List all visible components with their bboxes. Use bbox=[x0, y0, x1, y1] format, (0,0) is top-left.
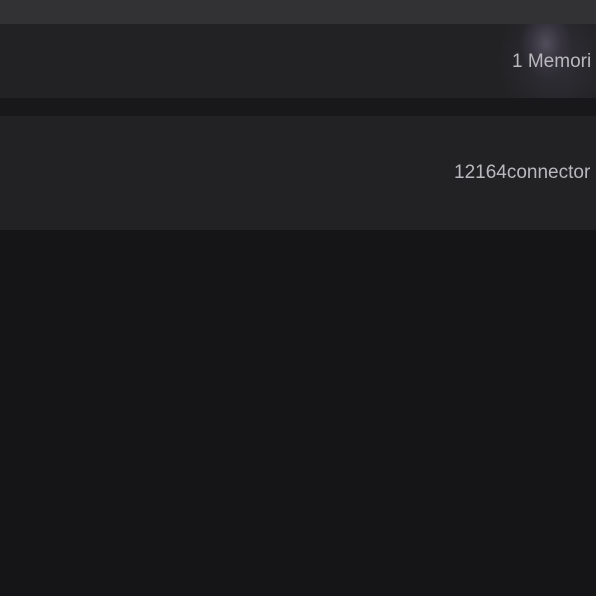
connector-label: 12164connector bbox=[454, 162, 591, 183]
empty-content-area bbox=[0, 230, 596, 596]
memories-count-label: 1 Memori bbox=[512, 51, 592, 72]
section-divider bbox=[0, 98, 596, 116]
memories-card[interactable]: 1 Memori bbox=[0, 24, 596, 98]
connector-card[interactable]: 12164connector bbox=[0, 116, 596, 230]
top-header-strip bbox=[0, 0, 596, 24]
